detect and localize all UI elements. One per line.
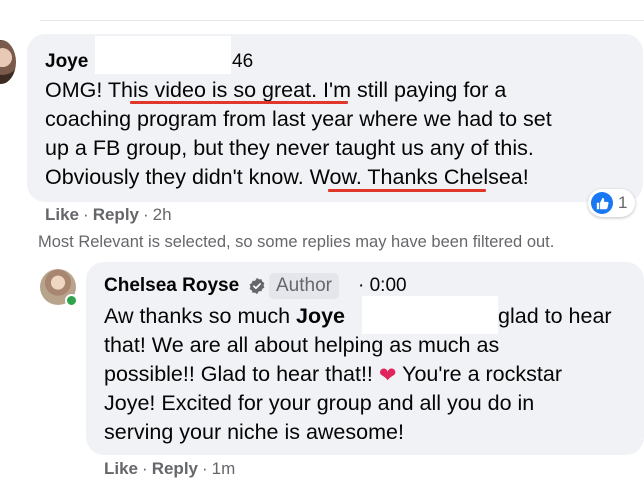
joye-comment-line-1: OMG! This video is so great. I'm still p… — [45, 78, 507, 102]
joye-comment-line-3: up a FB group, but they never taught us … — [45, 136, 534, 160]
red-underline-annotation — [328, 189, 486, 192]
chelsea-reply-line-1-end: glad to hear — [498, 304, 612, 328]
joye-avatar[interactable] — [0, 40, 16, 84]
top-divider — [40, 20, 644, 21]
red-underline-annotation — [130, 101, 348, 104]
reply-text: Aw thanks so much — [104, 304, 296, 328]
chelsea-reply-actions: Like · Reply · 1m — [104, 459, 235, 479]
separator-dot: · — [202, 459, 208, 478]
like-button[interactable]: Like — [104, 459, 138, 478]
timestamp[interactable]: 1m — [212, 459, 236, 478]
chelsea-reply-line-3: possible!! Glad to hear that!! ❤ You're … — [104, 361, 562, 388]
chelsea-reply-line-5: serving your niche is awesome! — [104, 420, 404, 444]
chelsea-reply-line-2: that! We are all about helping as much a… — [104, 333, 500, 357]
reaction-count: 1 — [618, 193, 628, 212]
chelsea-reply-line-4: Joye! Excited for your group and all you… — [104, 391, 535, 415]
joye-name-suffix: 46 — [232, 51, 254, 72]
joye-name-redaction — [95, 36, 231, 74]
verified-badge-icon — [249, 277, 265, 295]
timestamp[interactable]: 2h — [153, 205, 172, 224]
reaction-summary[interactable]: 1 — [588, 189, 636, 217]
chelsea-avatar[interactable] — [40, 269, 78, 307]
joye-author-name[interactable]: Joye — [45, 50, 88, 74]
chelsea-author-name[interactable]: Chelsea Royse — [104, 274, 239, 298]
joye-comment-line-2: coaching program from last year where we… — [45, 107, 552, 131]
reply-button[interactable]: Reply — [93, 205, 139, 224]
separator-dot: · — [143, 205, 149, 224]
separator-dot: · — [83, 205, 89, 224]
reply-button[interactable]: Reply — [152, 459, 198, 478]
reply-text: You're a rockstar — [402, 362, 562, 386]
separator-dot: · — [142, 459, 148, 478]
online-status-icon — [65, 294, 78, 307]
reply-text: possible!! Glad to hear that!! — [104, 362, 373, 386]
mention-joye[interactable]: Joye — [296, 304, 345, 328]
thumbs-up-icon — [591, 192, 613, 214]
author-badge: Author — [269, 273, 339, 299]
like-button[interactable]: Like — [45, 205, 79, 224]
mention-redaction — [362, 296, 498, 334]
joye-comment-actions: Like · Reply · 2h — [45, 205, 172, 225]
heart-emoji-icon: ❤ — [378, 364, 397, 387]
filter-note: Most Relevant is selected, so some repli… — [38, 233, 555, 251]
chelsea-reply-line-1: Aw thanks so much Joye — [104, 303, 345, 329]
joye-comment-line-4: Obviously they didn't know. Wow. Thanks … — [45, 165, 529, 189]
